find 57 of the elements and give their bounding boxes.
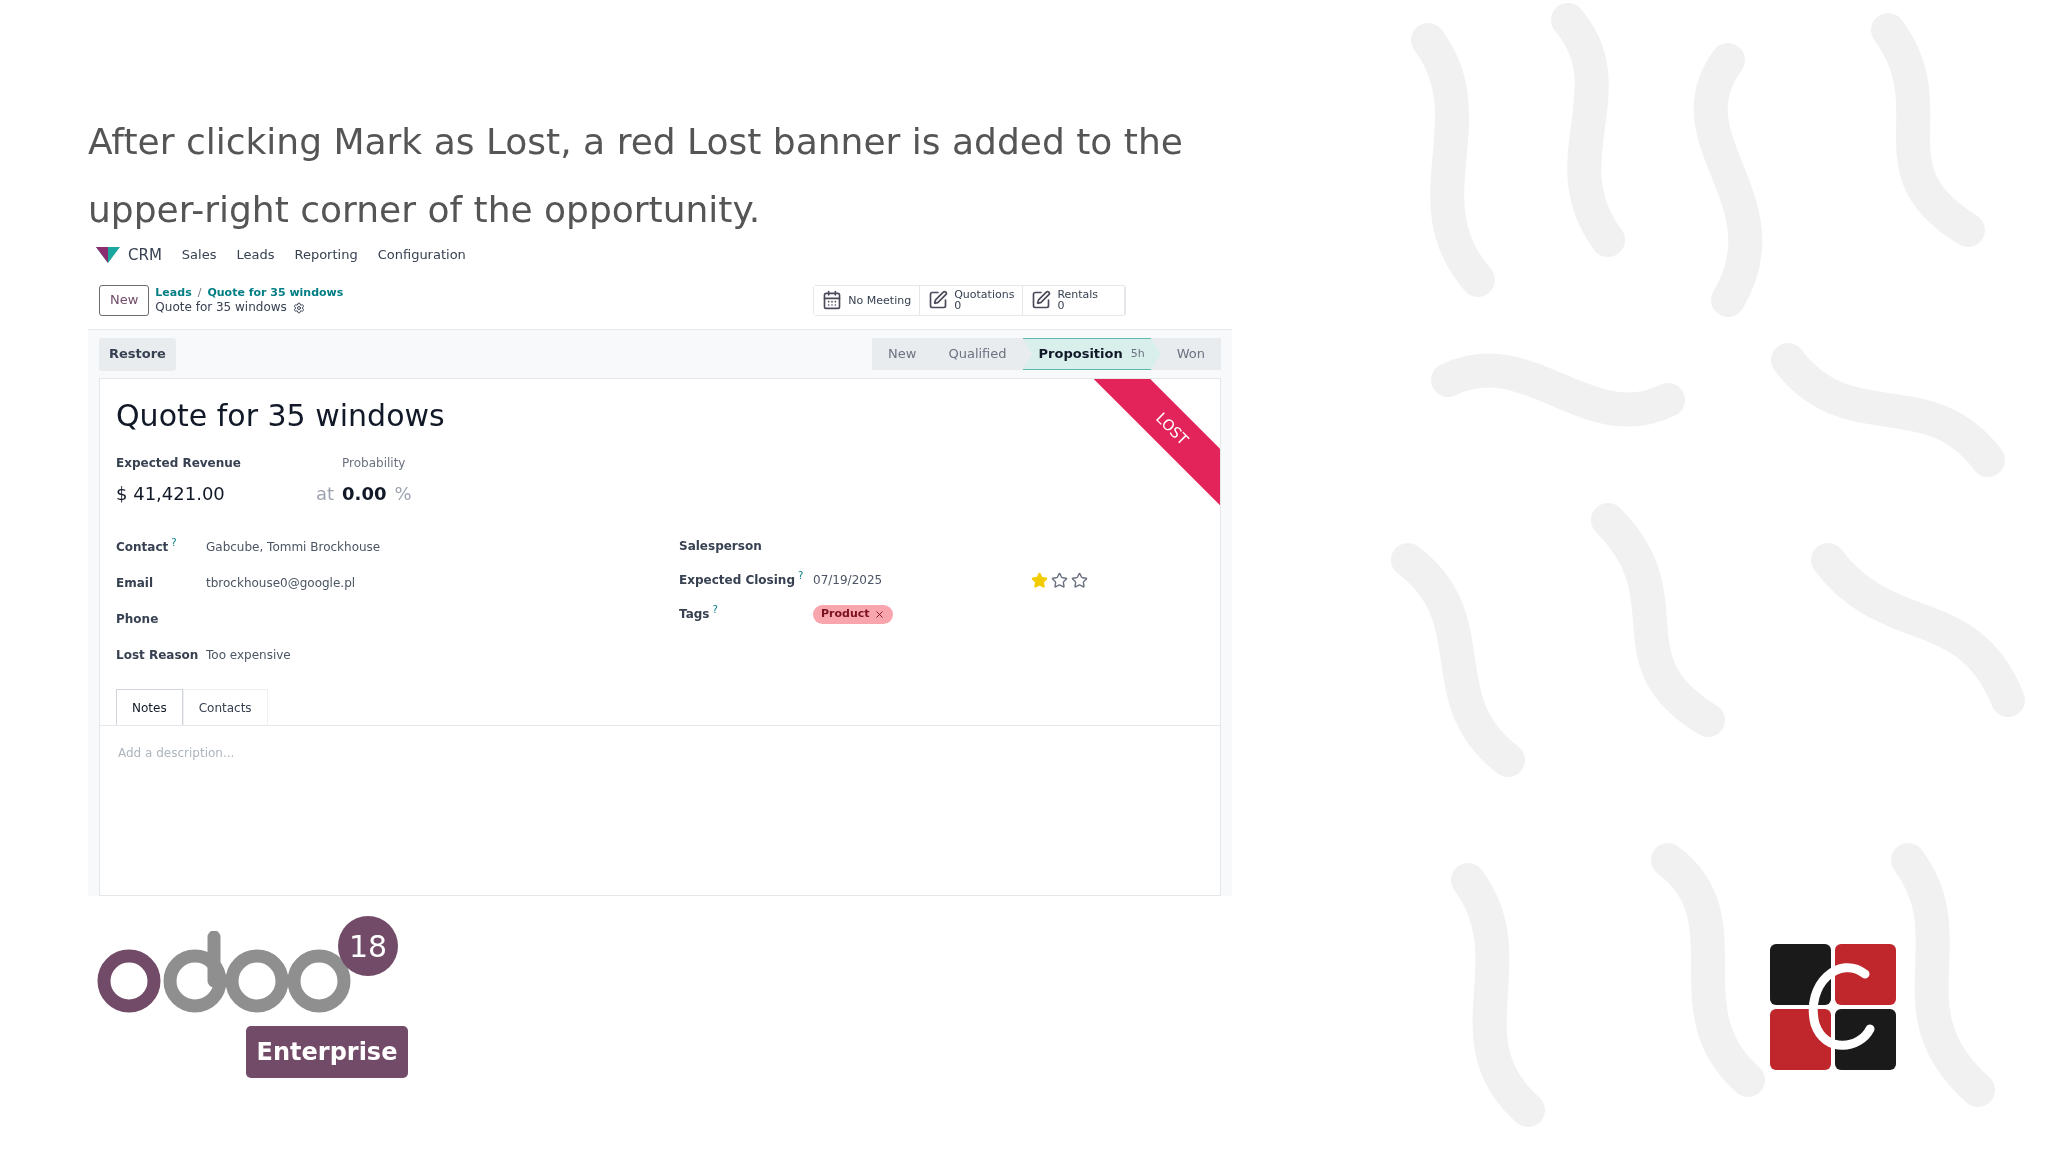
restore-button[interactable]: Restore <box>99 337 176 371</box>
stage-duration: 5h <box>1130 345 1145 362</box>
smart-button-label: No Meeting <box>848 294 912 306</box>
field-label: Probability <box>342 455 407 472</box>
calendar-icon <box>822 290 843 310</box>
field-label: Salesperson <box>679 538 762 555</box>
tag-badge: Product <box>813 604 893 624</box>
tab[interactable]: Notes <box>116 689 183 725</box>
edit-icon <box>928 290 949 310</box>
menu-item[interactable]: Configuration <box>377 245 466 265</box>
percent-sign: % <box>394 482 412 506</box>
help-mark[interactable]: ? <box>712 605 718 615</box>
tab[interactable]: Contacts <box>182 689 268 725</box>
settings-icon[interactable] <box>292 301 305 314</box>
menu-item[interactable]: Leads <box>236 245 275 265</box>
field-value: tbrockhouse0@google.pl <box>206 575 356 592</box>
stage-step[interactable]: Won <box>1160 338 1221 370</box>
menu-item[interactable]: Sales <box>181 245 217 265</box>
new-button[interactable]: New <box>99 284 150 316</box>
breadcrumb-link[interactable]: Quote for 35 windows <box>207 285 344 300</box>
stage-step[interactable]: Proposition 5h <box>1022 338 1161 370</box>
smart-button[interactable]: No Meeting <box>814 285 921 315</box>
remove-icon[interactable] <box>873 608 885 620</box>
probability-value: 0.00 <box>342 482 387 506</box>
probability-prefix: at <box>316 482 335 506</box>
field-label: Phone <box>116 611 159 628</box>
breadcrumb-separator: / <box>197 285 202 300</box>
stage-step[interactable]: New <box>872 338 933 370</box>
smart-button-count: 0 <box>954 300 963 311</box>
field-label: Expected Revenue <box>116 455 242 472</box>
record-breadcrumb-title: Quote for 35 windows <box>155 300 287 315</box>
edition-label: Enterprise <box>246 1026 408 1078</box>
breadcrumb-link[interactable]: Leads <box>155 285 192 300</box>
caption-text: After clicking Mark as Lost, a red Lost banner is added to the upper-right corner of the opportunity. <box>88 120 1184 232</box>
stage-step[interactable]: Qualified <box>932 338 1023 370</box>
help-mark[interactable]: ? <box>171 538 177 548</box>
smart-button-count: 0 <box>1057 300 1066 311</box>
field-value: 07/19/2025 <box>813 572 884 589</box>
field-value: Gabcube, Tommi Brockhouse <box>206 539 381 556</box>
field-value: Too expensive <box>206 647 291 664</box>
field-label: Lost Reason <box>116 647 199 664</box>
smart-button-label: Quotations <box>954 289 1015 300</box>
field-label: Tags <box>679 606 710 623</box>
smart-button-label: Rentals <box>1057 289 1099 300</box>
app-logo-icon <box>96 247 120 263</box>
star-icon[interactable] <box>1051 571 1068 589</box>
menu-item[interactable]: Reporting <box>294 245 358 265</box>
field-label: Contact <box>116 539 169 556</box>
revenue-value: $ 41,421.00 <box>116 482 226 506</box>
field-label: Email <box>116 575 154 592</box>
field-label: Expected Closing <box>679 572 795 589</box>
edit-icon <box>1031 290 1052 310</box>
record-title: Quote for 35 windows <box>116 397 445 435</box>
app-name[interactable]: CRM <box>128 244 162 267</box>
version-badge: 18 <box>338 916 398 976</box>
star-icon[interactable] <box>1071 571 1088 589</box>
help-mark[interactable]: ? <box>798 571 804 581</box>
